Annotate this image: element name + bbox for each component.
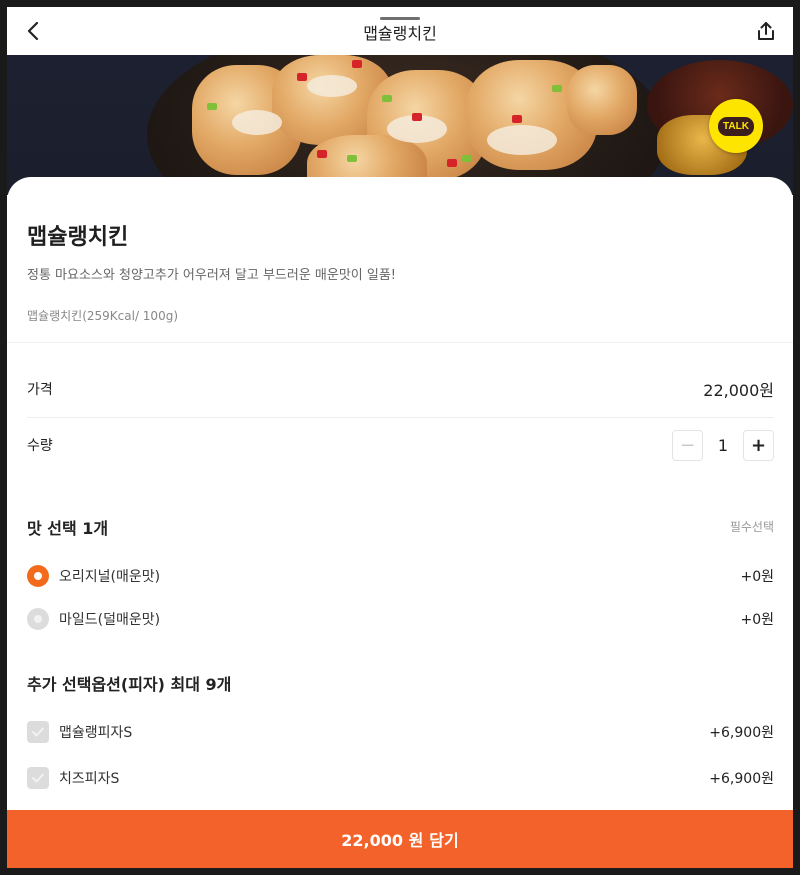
option-label: 오리지널(매운맛) [59, 569, 161, 585]
quantity-value: 1 [717, 436, 729, 455]
extra-section-title: 추가 선택옵션(피자) 최대 9개 [27, 675, 232, 694]
product-detail-card: 맵슐랭치킨 정통 마요소스와 청양고추가 어우러져 달고 부드러운 매운맛이 일… [7, 177, 793, 868]
option-label: 마일드(덜매운맛) [59, 612, 161, 628]
product-nutrition: 맵슐랭치킨(259Kcal/ 100g) [27, 309, 179, 323]
checkbox[interactable] [27, 721, 49, 743]
checkbox[interactable] [27, 767, 49, 789]
check-icon [32, 727, 44, 737]
radio-unselected[interactable] [27, 608, 49, 630]
option-label: 맵슐랭피자S [59, 725, 133, 741]
page-title: 맵슐랭치킨 [363, 24, 437, 43]
share-icon [758, 22, 774, 40]
check-icon [32, 773, 44, 783]
option-price: +6,900원 [709, 771, 774, 787]
add-to-cart-button[interactable]: 22,000 원 담기 [7, 810, 793, 868]
option-price: +0원 [740, 569, 774, 585]
extra-option-mapsulang-pizza[interactable]: 맵슐랭피자S +6,900원 [27, 719, 774, 745]
share-button[interactable] [753, 18, 779, 44]
flavor-section-title: 맛 선택 1개 [27, 519, 109, 538]
cta-action: 담기 [429, 831, 459, 850]
section-divider [7, 342, 793, 343]
product-image [7, 55, 793, 195]
app-frame: 맵슐랭치킨 TALK 맵슐랭치킨 정통 마요소스와 청양고추가 어우러져 달고 … [7, 7, 793, 868]
quantity-label: 수량 [27, 438, 53, 454]
quantity-stepper: − 1 + [672, 430, 774, 461]
option-price: +6,900원 [709, 725, 774, 741]
extra-option-cheese-pizza[interactable]: 치즈피자S +6,900원 [27, 765, 774, 791]
quantity-decrease-button[interactable]: − [672, 430, 703, 461]
option-price: +0원 [740, 612, 774, 628]
kakao-talk-button[interactable]: TALK [709, 99, 763, 153]
required-badge: 필수선택 [729, 520, 774, 534]
product-description: 정통 마요소스와 청양고추가 어우러져 달고 부드러운 매운맛이 일품! [27, 268, 397, 283]
flavor-option-mild[interactable]: 마일드(덜매운맛) +0원 [27, 606, 774, 632]
quantity-increase-button[interactable]: + [743, 430, 774, 461]
row-divider [27, 417, 774, 418]
price-value: 22,000원 [703, 381, 774, 400]
flavor-option-original[interactable]: 오리지널(매운맛) +0원 [27, 563, 774, 589]
option-label: 치즈피자S [59, 771, 120, 787]
top-bar: 맵슐랭치킨 [7, 7, 793, 55]
kakao-talk-label: TALK [718, 116, 754, 136]
price-label: 가격 [27, 382, 53, 398]
radio-selected[interactable] [27, 565, 49, 587]
product-name: 맵슐랭치킨 [27, 225, 129, 250]
cta-amount: 22,000 원 [341, 831, 424, 850]
